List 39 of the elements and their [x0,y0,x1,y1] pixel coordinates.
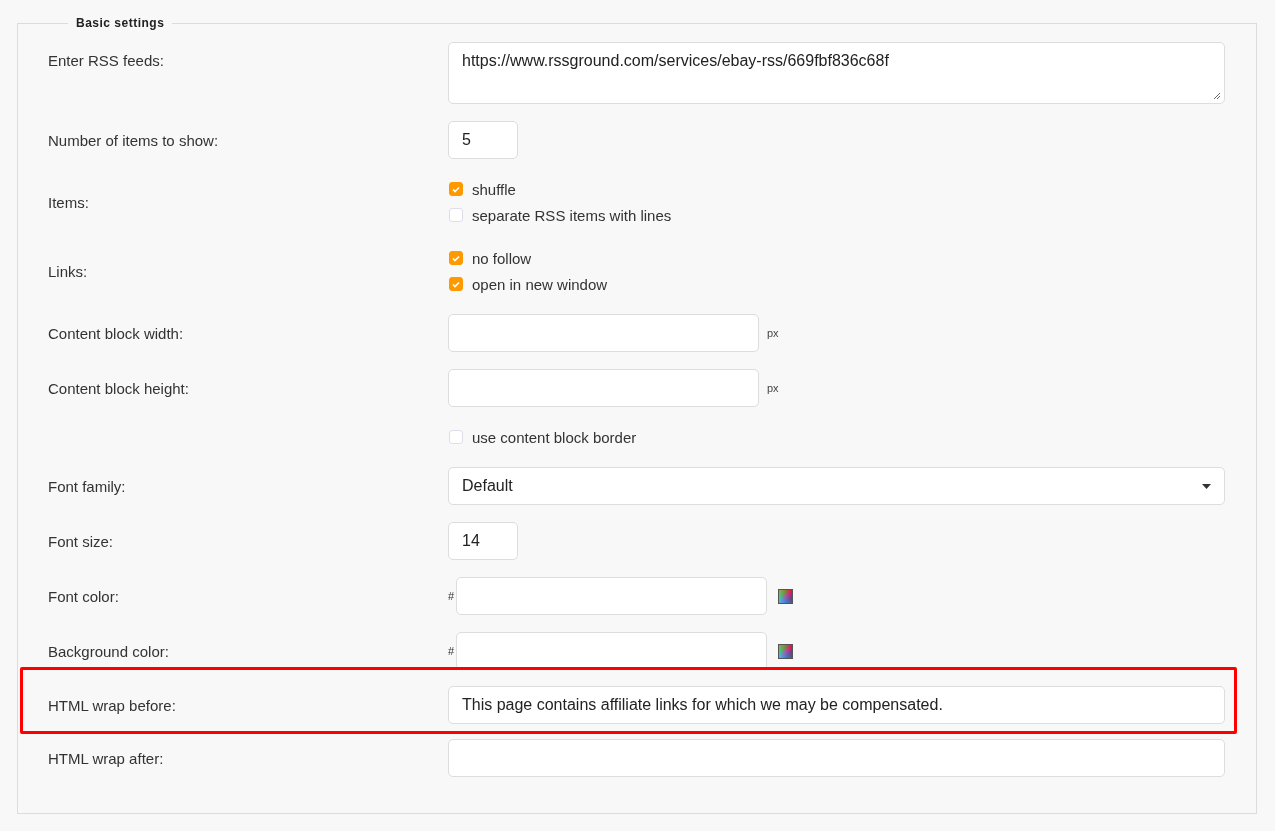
checkbox[interactable] [449,208,463,222]
number-input[interactable]: 5 [448,121,518,159]
checkbox[interactable] [449,182,463,196]
text-input[interactable]: This page contains affiliate links for which we may be compensated. [448,686,1225,724]
panel-legend: Basic settings [68,16,173,30]
font-family-select[interactable]: Default [448,467,1225,505]
checkbox[interactable] [449,277,463,291]
field-label: Font size: [48,532,115,550]
number-input[interactable]: 14 [448,522,518,560]
field-label: Links: [48,262,89,280]
checkmark-icon [452,185,460,193]
hash-prefix: # [448,590,456,602]
unit-label: px [767,382,779,394]
field-label: Number of items to show: [48,131,220,149]
field-label: Items: [48,193,90,211]
field-label: Background color: [48,642,170,660]
checkbox-label: shuffle [472,180,516,198]
field-label: Font family: [48,477,127,495]
resize-grip-icon[interactable] [1213,92,1221,100]
checkbox-label: separate RSS items with lines [472,206,672,224]
checkbox-label: no follow [472,249,532,267]
checkmark-icon [452,254,460,262]
field-label: Content block height: [48,379,190,397]
checkbox-label: use content block border [472,428,637,446]
field-label: HTML wrap before: [48,696,177,714]
checkmark-icon [452,280,460,288]
checkbox[interactable] [449,430,463,444]
color-picker-icon[interactable] [778,588,793,604]
color-picker-icon[interactable] [778,643,793,659]
checkbox-label: open in new window [472,275,608,293]
caret-icon [1202,483,1211,489]
hash-prefix: # [448,645,456,657]
field-label: Enter RSS feeds: [48,51,165,69]
checkbox[interactable] [449,251,463,265]
unit-label: px [767,327,779,339]
rss-feeds-textarea[interactable]: https://www.rssground.com/services/ebay-rss/669fbf836c68f [448,42,1225,104]
field-label: HTML wrap after: [48,749,165,767]
field-label: Content block width: [48,324,185,342]
field-label: Font color: [48,587,120,605]
